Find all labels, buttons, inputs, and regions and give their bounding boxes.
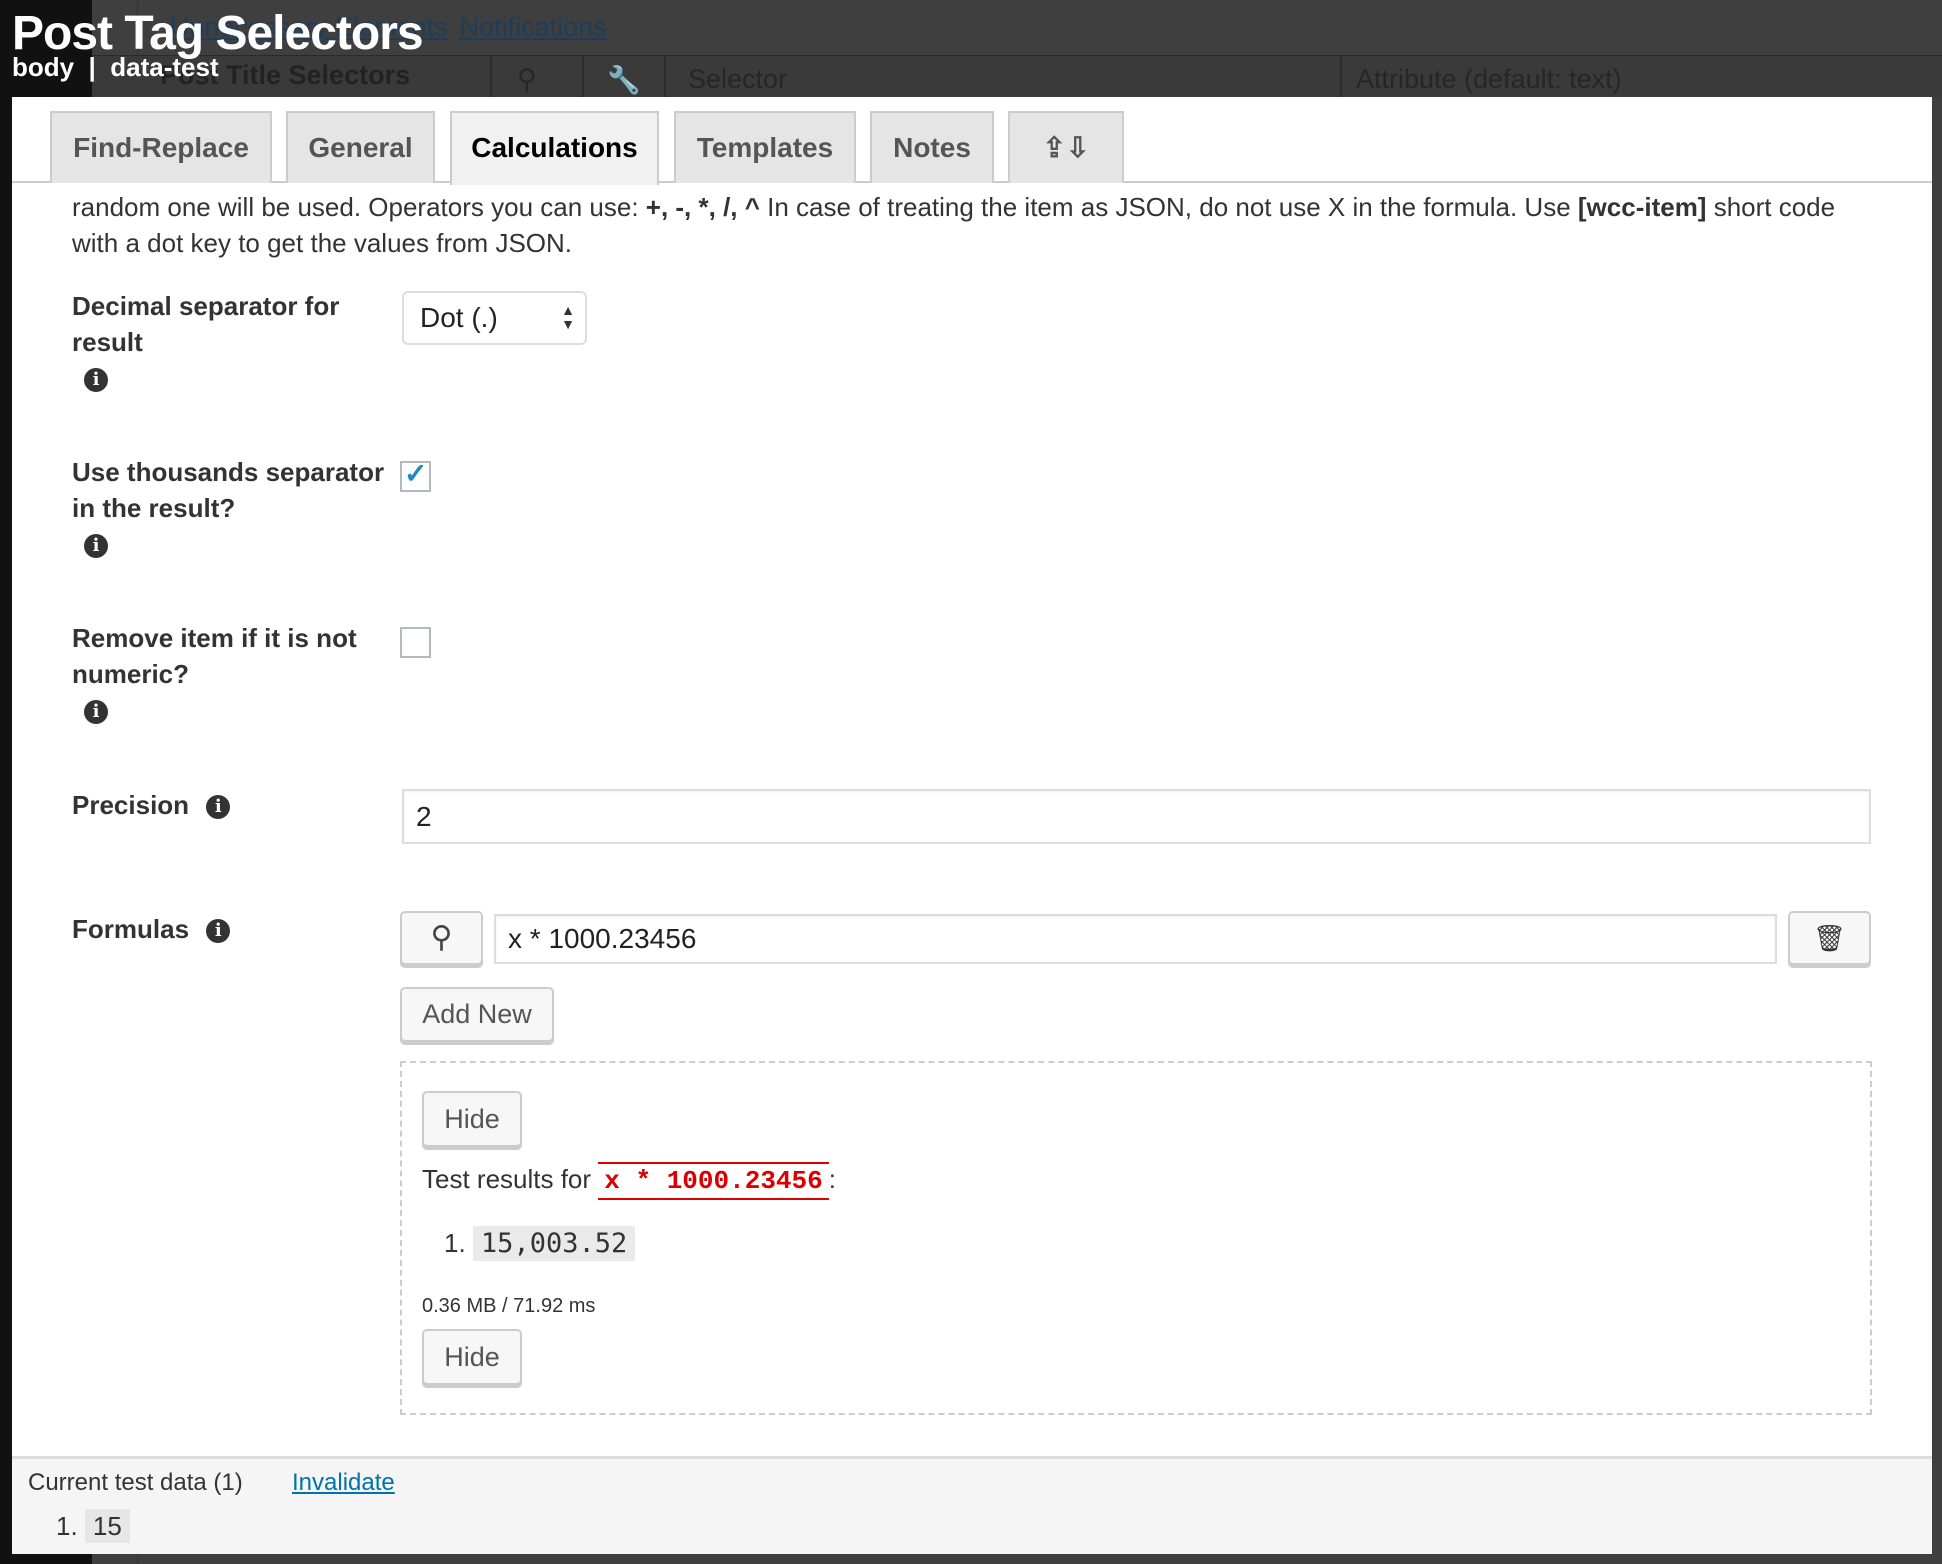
- info-icon[interactable]: i: [206, 919, 231, 944]
- test-stats: 0.36 MB / 71.92 ms: [422, 1295, 596, 1317]
- info-icon[interactable]: i: [206, 795, 231, 820]
- test-results-panel: Hide Test results for x * 1000.23456: 1.…: [400, 1061, 1872, 1415]
- tab-calculations[interactable]: Calculations: [450, 111, 659, 185]
- label-text: Use thousands separator in the result?: [72, 457, 385, 523]
- label-text: Formulas: [72, 914, 190, 944]
- tab-find-replace[interactable]: Find-Replace: [50, 111, 272, 183]
- formula-code: x * 1000.23456: [598, 1162, 829, 1200]
- decimal-separator-select[interactable]: Dot (.) ▲ ▼: [402, 291, 587, 345]
- select-arrows-icon: ▲ ▼: [561, 302, 575, 332]
- label-text: Decimal separator for result: [72, 291, 340, 357]
- description-text: In case of treating the item as JSON, do…: [759, 192, 1578, 222]
- info-icon[interactable]: i: [84, 700, 108, 725]
- thousands-separator-checkbox[interactable]: ✓: [400, 458, 431, 492]
- delete-formula-button[interactable]: 🗑: [1788, 911, 1871, 965]
- background-link: Notifications: [459, 12, 607, 42]
- background-attribute-input: Attribute (default: text): [1356, 64, 1622, 94]
- formula-input[interactable]: x * 1000.23456: [494, 914, 1777, 964]
- shortcode-text: [wcc-item]: [1577, 192, 1707, 222]
- thousands-separator-label: Use thousands separator in the result? i: [72, 454, 402, 562]
- list-number: 1.: [444, 1228, 466, 1258]
- add-new-button[interactable]: Add New: [400, 987, 554, 1042]
- background-selector-input: Selector: [688, 64, 788, 94]
- test-results-heading: Test results for x * 1000.23456:: [422, 1159, 836, 1201]
- trash-icon: 🗑: [1812, 923, 1846, 953]
- tab-bar: Find-Replace General Calculations Templa…: [12, 97, 1932, 185]
- test-data-item: 1. 15: [56, 1507, 130, 1545]
- label-text: Precision: [72, 790, 190, 820]
- tab-general[interactable]: General: [286, 111, 435, 183]
- current-test-data-label: Current test data (1): [28, 1469, 243, 1496]
- test-data-value: 15: [84, 1509, 130, 1543]
- description-text: random one will be used. Operators you c…: [72, 192, 646, 222]
- checkmark-icon: ✓: [404, 458, 428, 489]
- test-result-item: 1. 15,003.52: [444, 1223, 636, 1264]
- tab-notes[interactable]: Notes: [870, 111, 994, 183]
- hide-button[interactable]: Hide: [422, 1091, 522, 1147]
- info-icon[interactable]: i: [84, 368, 108, 393]
- tab-templates[interactable]: Templates: [674, 111, 856, 183]
- decimal-separator-label: Decimal separator for result i: [72, 288, 362, 396]
- background-search-icon: ⚲: [517, 64, 537, 94]
- tab-import-export[interactable]: ⇪⇩: [1008, 111, 1124, 183]
- settings-modal: Find-Replace General Calculations Templa…: [12, 97, 1932, 1554]
- select-value: Dot (.): [420, 302, 498, 333]
- remove-non-numeric-checkbox[interactable]: [400, 627, 431, 658]
- result-value: 15,003.52: [472, 1226, 636, 1261]
- info-icon[interactable]: i: [84, 534, 108, 559]
- precision-label: Precision i: [72, 787, 402, 823]
- list-number: 1.: [56, 1511, 78, 1541]
- formulas-label: Formulas i: [72, 911, 402, 947]
- test-data-footer: Current test data (1) Invalidate 1. 15: [12, 1456, 1932, 1554]
- remove-non-numeric-label: Remove item if it is not numeric? i: [72, 620, 372, 728]
- heading-suffix: :: [828, 1164, 836, 1194]
- hide-button-bottom[interactable]: Hide: [422, 1329, 522, 1385]
- formula-description: random one will be used. Operators you c…: [72, 189, 1872, 261]
- upload-icon: ⇪: [1042, 132, 1066, 163]
- label-text: Remove item if it is not numeric?: [72, 623, 357, 689]
- page-subtitle: body | data-test: [12, 52, 219, 82]
- operators-text: +, -, *, /, ^: [645, 192, 760, 222]
- invalidate-link[interactable]: Invalidate: [292, 1469, 395, 1497]
- heading-text: Test results for: [422, 1164, 592, 1194]
- download-icon: ⇩: [1066, 132, 1090, 163]
- background-selector-row: Post Title Selectors ⚲ 🔧 Selector Attrib…: [92, 55, 1942, 98]
- precision-input[interactable]: 2: [402, 789, 1871, 844]
- search-icon: ⚲: [430, 921, 453, 954]
- test-formula-button[interactable]: ⚲: [400, 911, 483, 965]
- background-wrench-icon: 🔧: [607, 65, 641, 95]
